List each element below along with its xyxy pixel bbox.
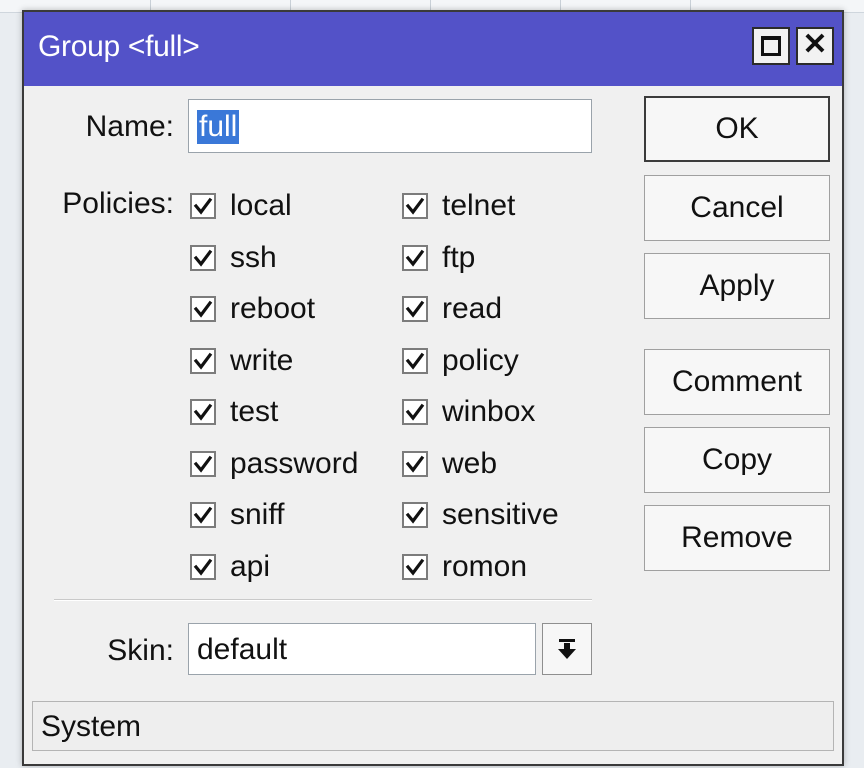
checkmark-icon [405, 352, 425, 370]
name-value-selected: full [197, 110, 240, 144]
checkmark-icon [405, 403, 425, 421]
checkbox-box[interactable] [402, 450, 428, 477]
policy-web-checkbox[interactable]: web [402, 447, 497, 481]
title-bar[interactable]: Group <full> ✕ [24, 12, 842, 86]
maximize-button[interactable] [752, 27, 790, 65]
policy-label: read [442, 292, 503, 325]
policy-telnet-checkbox[interactable]: telnet [402, 189, 515, 223]
policy-label: ssh [230, 240, 277, 274]
checkmark-icon [405, 300, 425, 318]
checkmark-icon [405, 506, 425, 524]
checkbox-box[interactable] [190, 193, 216, 219]
remove-button[interactable]: Remove [644, 505, 830, 571]
apply-button[interactable]: Apply [644, 253, 830, 319]
policy-label: sniff [230, 498, 285, 531]
policy-label: sensitive [442, 498, 559, 531]
policy-sensitive-checkbox[interactable]: sensitive [402, 498, 559, 532]
policy-password-checkbox[interactable]: password [190, 447, 358, 481]
checkbox-box[interactable] [190, 450, 216, 477]
policy-winbox-checkbox[interactable]: winbox [402, 395, 535, 429]
policy-policy-checkbox[interactable]: policy [402, 344, 519, 378]
checkmark-icon [193, 249, 213, 267]
skin-select[interactable]: default [188, 623, 536, 675]
policy-label: write [230, 343, 294, 377]
checkbox-box[interactable] [402, 399, 428, 425]
checkmark-icon [405, 197, 425, 215]
policy-sniff-checkbox[interactable]: sniff [190, 498, 284, 532]
policy-romon-checkbox[interactable]: romon [402, 550, 527, 584]
policy-ftp-checkbox[interactable]: ftp [402, 241, 475, 275]
policy-label: ftp [442, 240, 476, 274]
checkmark-icon [193, 455, 213, 473]
policy-api-checkbox[interactable]: api [190, 550, 270, 584]
checkbox-box[interactable] [190, 502, 216, 528]
policy-write-checkbox[interactable]: write [190, 344, 293, 378]
checkbox-box[interactable] [402, 244, 428, 271]
close-button[interactable]: ✕ [796, 27, 834, 65]
policy-label: web [442, 446, 498, 480]
policy-label: winbox [442, 395, 536, 428]
checkmark-icon [193, 197, 213, 215]
policy-ssh-checkbox[interactable]: ssh [190, 241, 277, 275]
skin-label: Skin: [107, 634, 174, 667]
policy-test-checkbox[interactable]: test [190, 395, 278, 429]
maximize-icon [761, 36, 781, 56]
policies-label: Policies: [62, 187, 174, 220]
name-field[interactable]: full [188, 99, 592, 153]
checkmark-icon [193, 403, 213, 421]
checkmark-icon [193, 506, 213, 524]
checkmark-icon [405, 558, 425, 576]
comment-button[interactable]: Comment [644, 349, 830, 415]
checkbox-box[interactable] [402, 553, 428, 580]
cancel-button[interactable]: Cancel [644, 175, 830, 241]
policy-label: api [230, 549, 271, 583]
checkbox-box[interactable] [190, 296, 216, 322]
skin-dropdown-button[interactable] [542, 623, 592, 675]
separator [54, 599, 592, 601]
close-icon: ✕ [802, 27, 828, 61]
policy-label: test [230, 395, 279, 428]
skin-value: default [197, 633, 288, 666]
ok-button[interactable]: OK [644, 96, 830, 162]
policy-local-checkbox[interactable]: local [190, 189, 292, 223]
policy-read-checkbox[interactable]: read [402, 292, 502, 326]
name-label: Name: [85, 110, 174, 143]
checkbox-box[interactable] [190, 553, 216, 580]
checkbox-box[interactable] [190, 244, 216, 271]
checkbox-box[interactable] [402, 193, 428, 219]
checkbox-box[interactable] [190, 347, 216, 374]
policy-label: romon [442, 549, 528, 583]
checkbox-box[interactable] [402, 296, 428, 322]
checkmark-icon [193, 558, 213, 576]
policy-label: reboot [230, 292, 316, 325]
policy-label: policy [442, 343, 519, 377]
policy-reboot-checkbox[interactable]: reboot [190, 292, 315, 326]
status-bar: System [32, 701, 834, 751]
dropdown-arrow-icon [558, 639, 576, 659]
status-text: System [41, 710, 142, 743]
checkmark-icon [405, 249, 425, 267]
policy-label: telnet [442, 189, 516, 222]
checkmark-icon [193, 352, 213, 370]
policy-label: local [230, 189, 292, 222]
checkmark-icon [193, 300, 213, 318]
group-dialog: Group <full> ✕ Name: full Policies: loca… [22, 10, 844, 766]
copy-button[interactable]: Copy [644, 427, 830, 493]
checkbox-box[interactable] [402, 347, 428, 374]
policy-label: password [230, 446, 359, 480]
checkbox-box[interactable] [190, 399, 216, 425]
window-title: Group <full> [38, 30, 200, 63]
checkmark-icon [405, 455, 425, 473]
checkbox-box[interactable] [402, 502, 428, 528]
